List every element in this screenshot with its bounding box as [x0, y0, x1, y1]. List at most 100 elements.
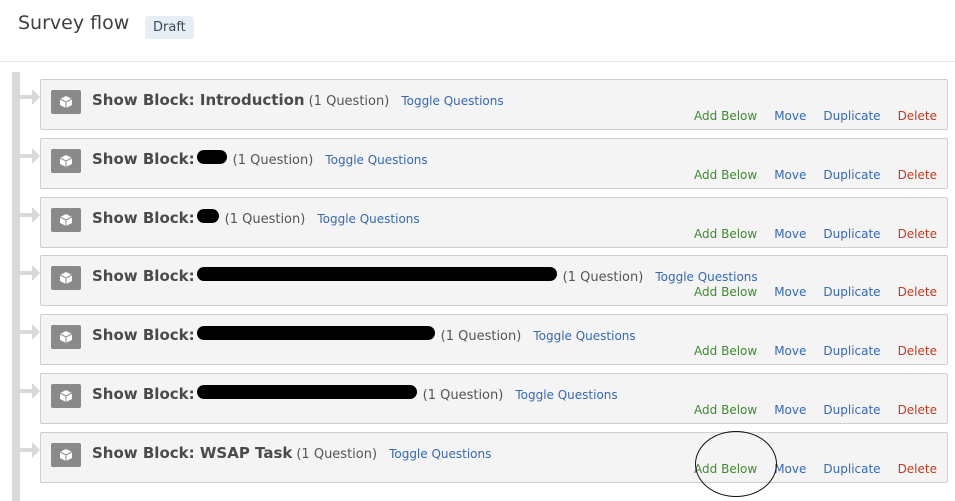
question-count: (1 Question) [440, 329, 522, 344]
block-label: Show Block: [92, 209, 195, 227]
block-title: Show Block: WSAP Task [92, 444, 292, 462]
cube-icon [51, 384, 81, 408]
flow-block[interactable]: Show Block: (1 Question) Toggle Question… [40, 314, 948, 365]
block-header: Show Block: (1 Question) Toggle Question… [92, 326, 636, 344]
add-below-button[interactable]: Add Below [694, 403, 757, 417]
question-count: (1 Question) [224, 212, 306, 227]
block-label: Show Block: [92, 267, 195, 285]
cube-icon [51, 325, 81, 349]
block-label: Show Block: [92, 385, 195, 403]
cube-icon [51, 90, 81, 114]
block-title: Show Block: [92, 150, 195, 168]
status-badge: Draft [145, 16, 194, 39]
block-actions: Add Below Move Duplicate Delete [677, 168, 937, 182]
block-title: Show Block: [92, 267, 195, 285]
delete-button[interactable]: Delete [898, 109, 937, 123]
block-header: Show Block: (1 Question) Toggle Question… [92, 267, 758, 285]
toggle-questions-link[interactable]: Toggle Questions [389, 447, 491, 461]
block-label: Show Block: [92, 444, 195, 462]
delete-button[interactable]: Delete [898, 168, 937, 182]
block-actions: Add Below Move Duplicate Delete [677, 403, 937, 417]
block-actions: Add Below Move Duplicate Delete [677, 227, 937, 241]
move-button[interactable]: Move [774, 285, 806, 299]
duplicate-button[interactable]: Duplicate [823, 344, 880, 358]
cube-icon [51, 266, 81, 290]
block-title: Show Block: [92, 209, 195, 227]
arrow-right-icon [20, 148, 40, 164]
block-header: Show Block: WSAP Task (1 Question) Toggl… [92, 444, 491, 462]
delete-button[interactable]: Delete [898, 227, 937, 241]
duplicate-button[interactable]: Duplicate [823, 462, 880, 476]
question-count: (1 Question) [562, 270, 644, 285]
block-header: Show Block: (1 Question) Toggle Question… [92, 209, 420, 227]
toggle-questions-link[interactable]: Toggle Questions [655, 270, 757, 284]
arrow-right-icon [20, 265, 40, 281]
flow-block[interactable]: Show Block: (1 Question) Toggle Question… [40, 197, 948, 248]
block-label: Show Block: [92, 150, 195, 168]
block-actions: Add Below Move Duplicate Delete [677, 462, 937, 476]
toggle-questions-link[interactable]: Toggle Questions [325, 153, 427, 167]
toggle-questions-link[interactable]: Toggle Questions [533, 329, 635, 343]
delete-button[interactable]: Delete [898, 403, 937, 417]
delete-button[interactable]: Delete [898, 344, 937, 358]
flow-block[interactable]: Show Block: (1 Question) Toggle Question… [40, 138, 948, 189]
page-header: Survey flow Draft [0, 0, 955, 62]
add-below-button[interactable]: Add Below [694, 227, 757, 241]
flow-block[interactable]: Show Block: WSAP Task (1 Question) Toggl… [40, 432, 948, 483]
add-below-button[interactable]: Add Below [694, 285, 757, 299]
arrow-right-icon [20, 383, 40, 399]
flow-block[interactable]: Show Block: (1 Question) Toggle Question… [40, 373, 948, 424]
block-header: Show Block: Introduction (1 Question) To… [92, 91, 504, 109]
question-count: (1 Question) [422, 388, 504, 403]
move-button[interactable]: Move [774, 227, 806, 241]
block-header: Show Block: (1 Question) Toggle Question… [92, 385, 618, 403]
move-button[interactable]: Move [774, 462, 806, 476]
block-actions: Add Below Move Duplicate Delete [677, 344, 937, 358]
block-actions: Add Below Move Duplicate Delete [677, 285, 937, 299]
block-title: Show Block: [92, 385, 195, 403]
redacted-mark [196, 150, 227, 164]
question-count: (1 Question) [296, 447, 378, 462]
move-button[interactable]: Move [774, 109, 806, 123]
duplicate-button[interactable]: Duplicate [823, 227, 880, 241]
redacted-mark [196, 385, 417, 399]
add-below-button[interactable]: Add Below [694, 168, 757, 182]
flow-block[interactable]: Show Block: (1 Question) Toggle Question… [40, 255, 948, 306]
delete-button[interactable]: Delete [898, 462, 937, 476]
move-button[interactable]: Move [774, 168, 806, 182]
redacted-mark [196, 326, 435, 340]
toggle-questions-link[interactable]: Toggle Questions [317, 212, 419, 226]
toggle-questions-link[interactable]: Toggle Questions [401, 94, 503, 108]
arrow-right-icon [20, 207, 40, 223]
delete-button[interactable]: Delete [898, 285, 937, 299]
page-title: Survey flow [18, 12, 130, 34]
block-actions: Add Below Move Duplicate Delete [677, 109, 937, 123]
add-below-button[interactable]: Add Below [694, 109, 757, 123]
block-header: Show Block: (1 Question) Toggle Question… [92, 150, 428, 168]
block-name: Introduction [199, 91, 305, 109]
block-label: Show Block: [92, 91, 195, 109]
move-button[interactable]: Move [774, 403, 806, 417]
question-count: (1 Question) [308, 94, 390, 109]
duplicate-button[interactable]: Duplicate [823, 285, 880, 299]
duplicate-button[interactable]: Duplicate [823, 168, 880, 182]
flow-rail [12, 72, 20, 501]
cube-icon [51, 208, 81, 232]
add-below-button[interactable]: Add Below [694, 462, 757, 476]
question-count: (1 Question) [232, 153, 314, 168]
block-title: Show Block: Introduction [92, 91, 305, 109]
redacted-mark [196, 209, 219, 223]
block-title: Show Block: [92, 326, 195, 344]
toggle-questions-link[interactable]: Toggle Questions [515, 388, 617, 402]
block-name: WSAP Task [199, 444, 293, 462]
add-below-button[interactable]: Add Below [694, 344, 757, 358]
arrow-right-icon [20, 89, 40, 105]
cube-icon [51, 149, 81, 173]
arrow-right-icon [20, 324, 40, 340]
move-button[interactable]: Move [774, 344, 806, 358]
flow-block[interactable]: Show Block: Introduction (1 Question) To… [40, 79, 948, 130]
duplicate-button[interactable]: Duplicate [823, 109, 880, 123]
duplicate-button[interactable]: Duplicate [823, 403, 880, 417]
cube-icon [51, 443, 81, 467]
arrow-right-icon [20, 442, 40, 458]
